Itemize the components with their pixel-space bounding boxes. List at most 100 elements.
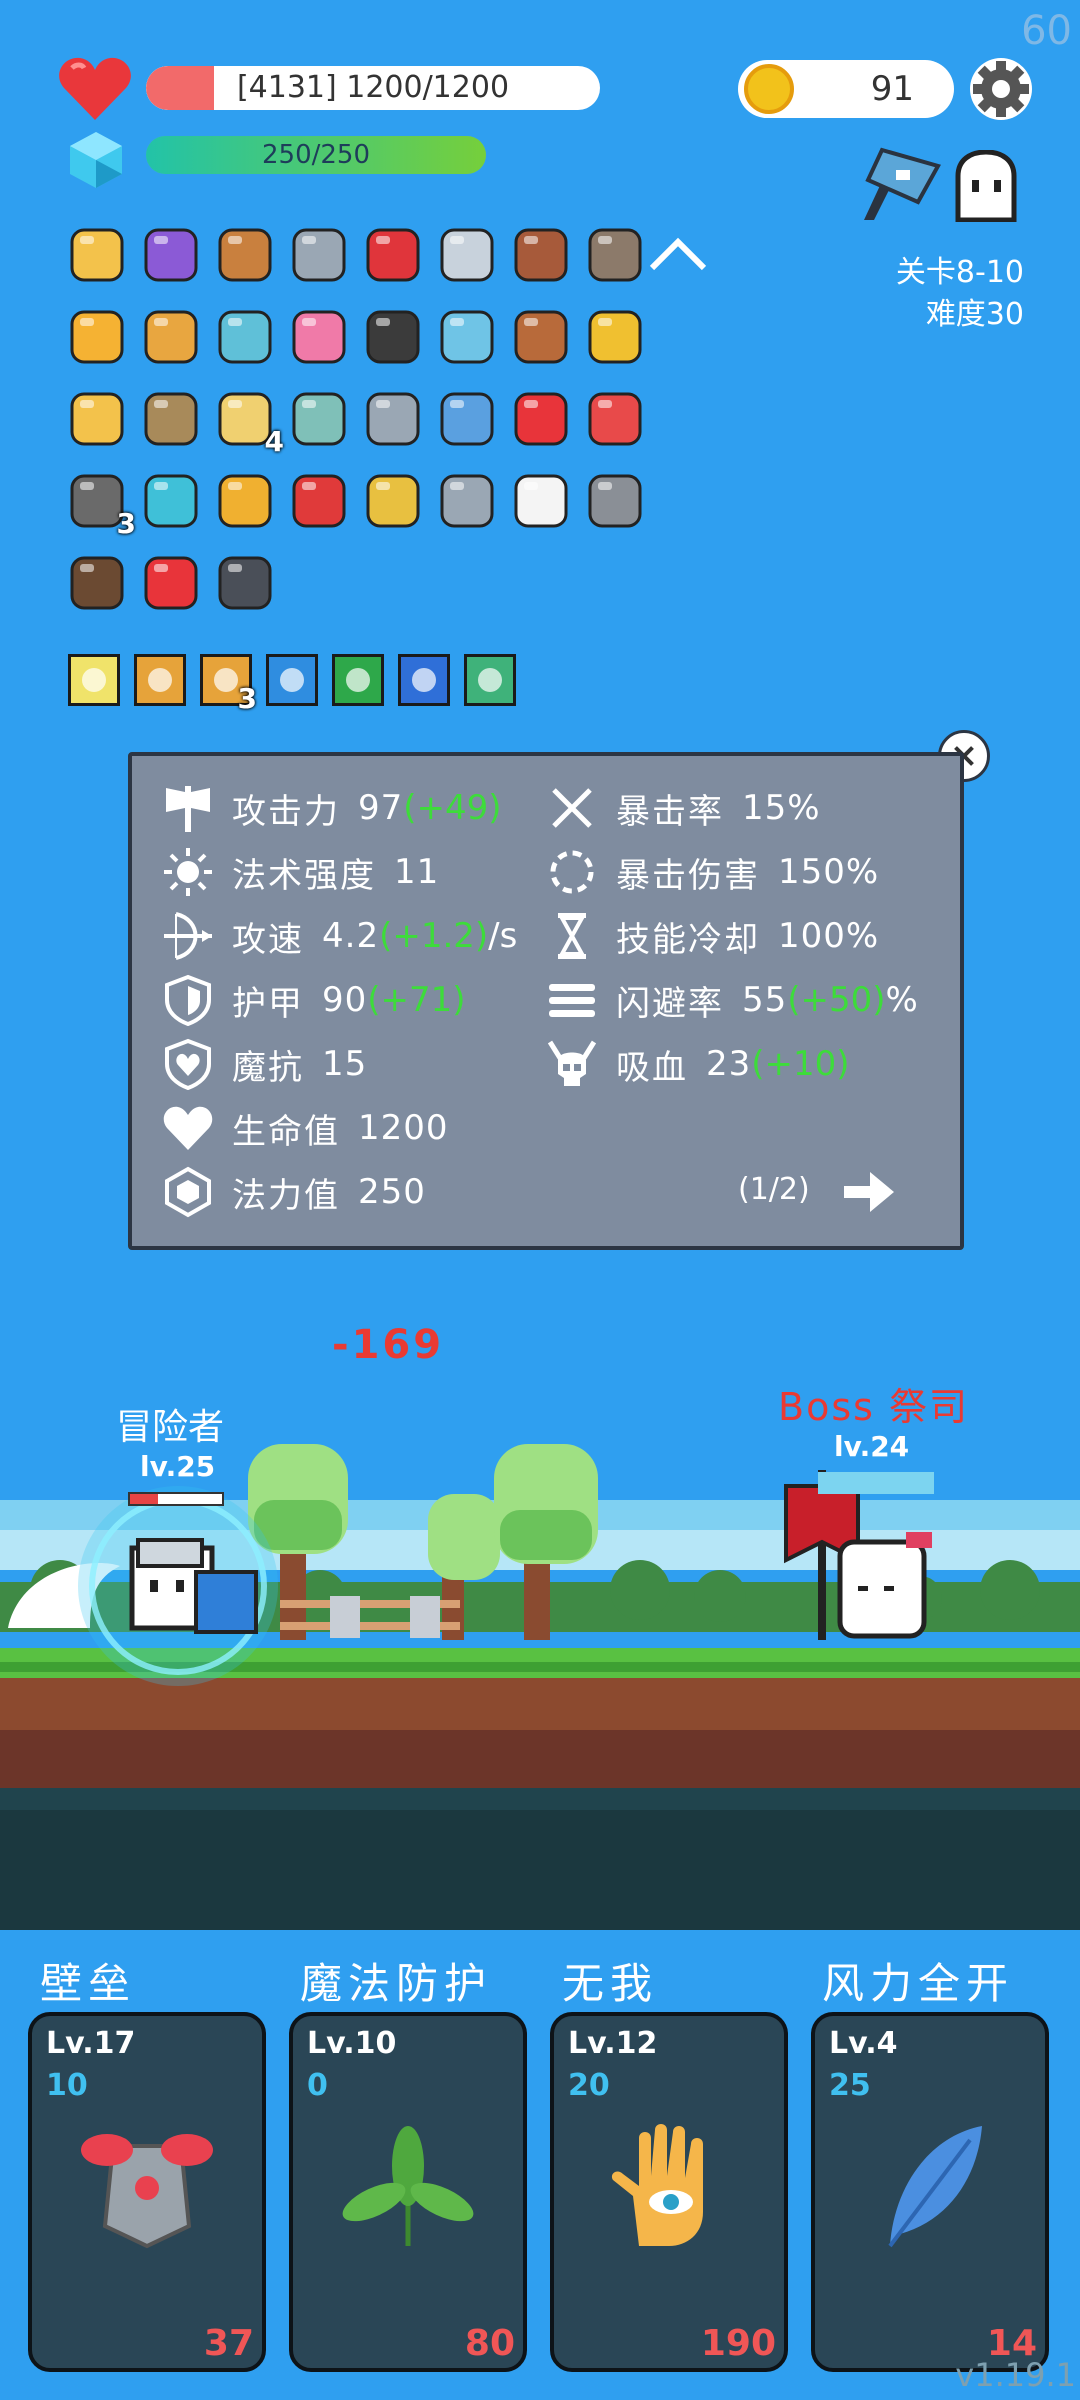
- skill-card-selfless[interactable]: Lv.12 20 190: [550, 2012, 788, 2372]
- speed-flag-icon[interactable]: [860, 146, 942, 224]
- pineapple-icon[interactable]: [216, 472, 274, 530]
- skill-title: 魔法防护: [300, 1959, 493, 2008]
- ghost-pet-icon[interactable]: [950, 150, 1022, 222]
- hero-hp-fill: [130, 1494, 158, 1504]
- skill-level: Lv.17: [46, 2026, 136, 2061]
- coconut-icon[interactable]: [68, 554, 126, 612]
- viking-helmet-icon[interactable]: [142, 390, 200, 448]
- skill-card-bulwark[interactable]: Lv.17 10 37: [28, 2012, 266, 2372]
- apple-icon[interactable]: [142, 554, 200, 612]
- leaf-icon: [342, 2126, 474, 2246]
- shield-rune-icon[interactable]: 3: [200, 654, 257, 715]
- skill-title: 风力全开: [822, 1959, 1015, 2008]
- coin-counter: 91: [738, 60, 954, 118]
- shield-rune-icon[interactable]: [134, 654, 186, 706]
- skill-level: Lv.10: [307, 2026, 397, 2061]
- skull-tome-icon[interactable]: [216, 554, 274, 612]
- coconut-drink-icon[interactable]: [512, 308, 570, 366]
- boss-name: Boss 祭司: [778, 1385, 969, 1429]
- potion-bottle-icon[interactable]: [290, 308, 348, 366]
- ghost-icon[interactable]: [512, 472, 570, 530]
- watermelon-icon[interactable]: [586, 390, 644, 448]
- ring-icon[interactable]: [364, 472, 422, 530]
- stat-attack: 攻击力 97 (+49): [162, 780, 502, 836]
- gear-icon[interactable]: [968, 56, 1034, 122]
- axe-icon: [166, 786, 210, 832]
- damage-number: -169: [332, 1322, 445, 1368]
- crossed-swords-icon: [552, 788, 592, 828]
- mana-crystal-icon: [70, 132, 122, 188]
- orb-potion-icon[interactable]: [438, 308, 496, 366]
- treasure-map-icon[interactable]: [68, 226, 126, 284]
- sock-icon[interactable]: [290, 472, 348, 530]
- skill-mana: 20: [568, 2068, 610, 2103]
- next-page-arrow-icon[interactable]: [840, 1168, 896, 1216]
- rune-count: 3: [237, 682, 257, 715]
- stat-crit-damage: 暴击伤害 150%: [546, 844, 879, 900]
- health-heart-icon: [163, 1106, 213, 1150]
- stat-spell-power: 法术强度 11: [162, 844, 439, 900]
- furnace-icon[interactable]: [512, 226, 570, 284]
- skill-cost: 80: [464, 2323, 515, 2364]
- hourglass-icon: [558, 913, 586, 959]
- mango-icon[interactable]: [586, 308, 644, 366]
- skill-mana: 25: [829, 2068, 871, 2103]
- stage-difficulty: 难度30: [925, 297, 1024, 332]
- skill-card-full-wind[interactable]: Lv.4 25 14: [811, 2012, 1049, 2372]
- mana-text: 250/250: [261, 140, 370, 170]
- molecule-icon[interactable]: [438, 472, 496, 530]
- map-icon[interactable]: 4: [216, 390, 284, 458]
- stat-cooldown: 技能冷却 100%: [546, 908, 879, 964]
- shirt-icon[interactable]: [438, 390, 496, 448]
- poison-rune-icon[interactable]: [332, 654, 384, 706]
- collapse-chevron-icon[interactable]: [646, 234, 710, 274]
- boss-level: lv.24: [834, 1430, 910, 1463]
- dodge-lines-icon: [549, 984, 595, 1017]
- mortar-icon[interactable]: 3: [68, 472, 136, 540]
- dagger-icon[interactable]: [290, 226, 348, 284]
- skill-title: 无我: [562, 1959, 659, 2008]
- stat-magic-resist: 魔抗 15: [162, 1036, 367, 1092]
- coin-amount: 91: [870, 69, 914, 109]
- coin-icon: [744, 64, 794, 114]
- cauldron-icon[interactable]: [364, 308, 422, 366]
- light-rune-icon[interactable]: [68, 654, 120, 706]
- bow-icon: [164, 912, 212, 960]
- burst-ring-icon: [550, 850, 594, 894]
- shield-icon: [165, 974, 211, 1026]
- sword-icon[interactable]: [438, 226, 496, 284]
- skill-card-magic-guard[interactable]: Lv.10 0 80: [289, 2012, 527, 2372]
- stage-info: 关卡8-10 难度30: [896, 252, 1024, 336]
- target-icon[interactable]: [142, 472, 200, 530]
- beer-icon[interactable]: [68, 308, 126, 366]
- battle-axe-icon[interactable]: [364, 390, 422, 448]
- hero-name: 冒险者: [116, 1407, 225, 1448]
- armor-icon: [81, 2134, 213, 2249]
- fps-counter: 60: [1021, 8, 1072, 54]
- spiked-mace-icon[interactable]: [586, 472, 644, 530]
- stat-lifesteal: 吸血 23 (+10): [546, 1036, 850, 1092]
- heart-shield-icon: [165, 1038, 211, 1090]
- magnet-icon[interactable]: [364, 226, 422, 284]
- ice-rune-icon[interactable]: [398, 654, 450, 706]
- disc-shield-icon[interactable]: [290, 390, 348, 448]
- skill-level: Lv.12: [568, 2026, 658, 2061]
- heart-icon: [59, 57, 131, 120]
- strawberry-icon[interactable]: [512, 390, 570, 448]
- hp-text: [4131] 1200/1200: [236, 70, 510, 105]
- boss-hp-bar: [818, 1472, 934, 1494]
- sun-icon: [164, 848, 212, 896]
- book-icon[interactable]: [142, 308, 200, 366]
- stat-mana: 法力值 250: [162, 1164, 426, 1220]
- purple-box-icon[interactable]: [142, 226, 200, 284]
- skill-level: Lv.4: [829, 2026, 898, 2061]
- stat-dodge: 闪避率 55 (+50)%: [546, 972, 918, 1028]
- round-shield-icon[interactable]: [216, 226, 274, 284]
- ghost-rune-icon[interactable]: [464, 654, 516, 706]
- feather-icon[interactable]: [216, 308, 274, 366]
- stat-attack-speed: 攻速 4.2 (+1.2)/s: [162, 908, 517, 964]
- meteor-icon[interactable]: [586, 226, 644, 284]
- scroll-icon[interactable]: [68, 390, 126, 448]
- vortex-rune-icon[interactable]: [266, 654, 318, 706]
- skill-mana: 0: [307, 2068, 328, 2103]
